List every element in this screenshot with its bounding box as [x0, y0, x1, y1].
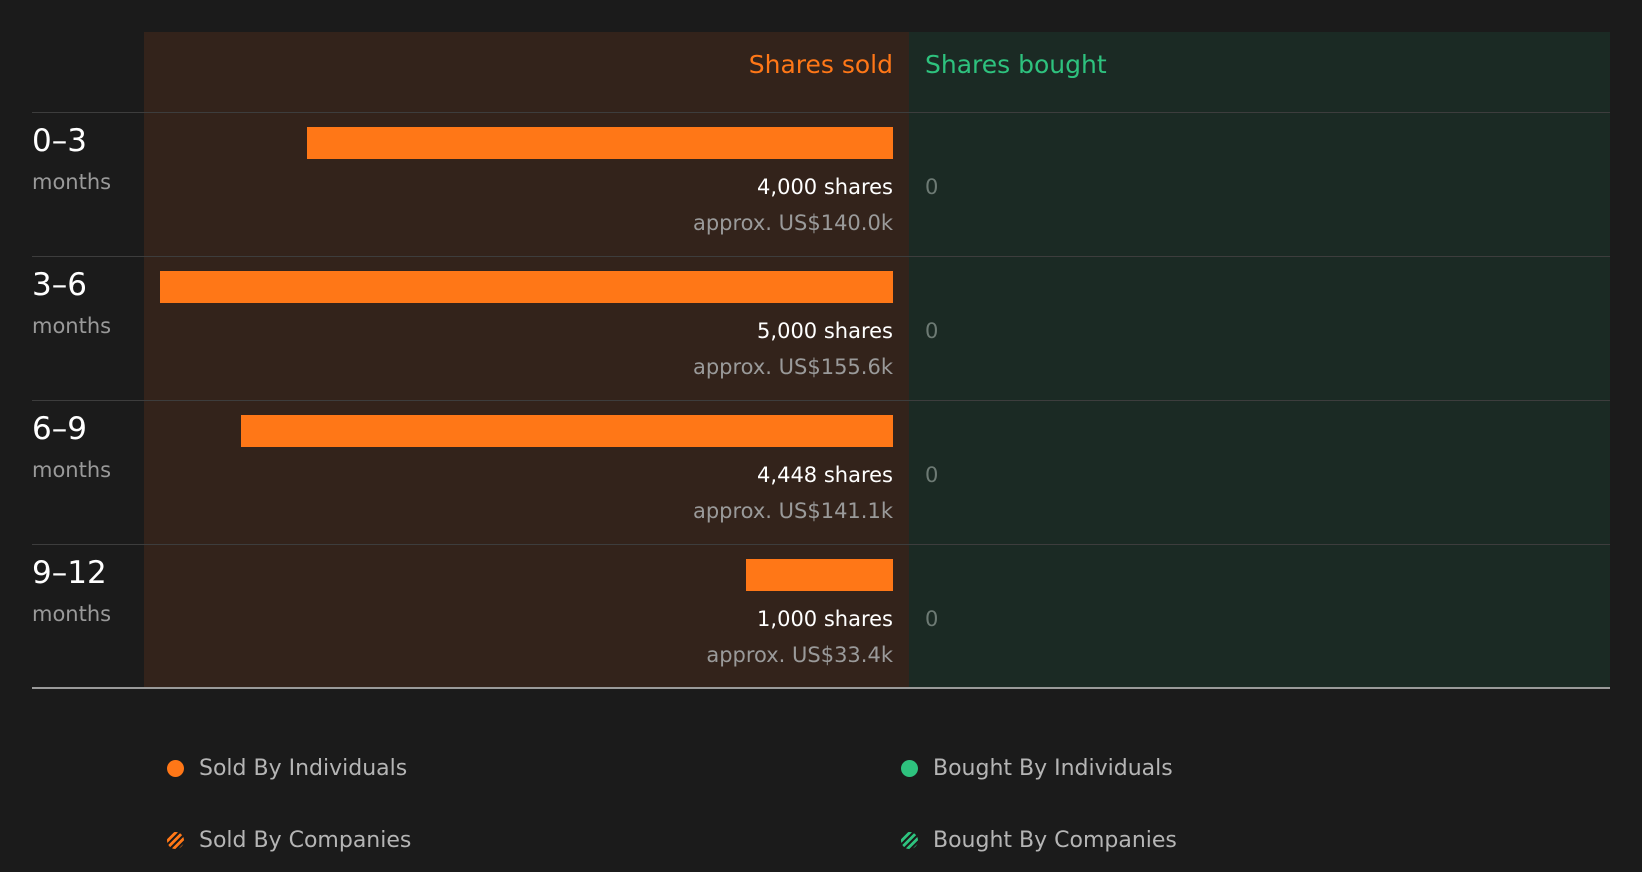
legend-dot-icon [901, 760, 918, 777]
sold-shares-label: 5,000 shares [757, 319, 893, 343]
legend-label: Sold By Individuals [199, 756, 408, 781]
sold-bar [746, 559, 893, 591]
bought-shares-label: 0 [925, 607, 939, 631]
sold-value-label: approx. US$140.0k [692, 211, 893, 235]
legend-label: Bought By Companies [933, 828, 1177, 853]
bought-shares-label: 0 [925, 319, 939, 343]
period-unit: months [32, 602, 112, 626]
shares-bought-header: Shares bought [925, 50, 1107, 79]
period-range: 6–9 [32, 411, 87, 447]
legend-hatched-icon [167, 832, 184, 849]
period-unit: months [32, 314, 112, 338]
shares-sold-header: Shares sold [748, 50, 893, 79]
period-range: 9–12 [32, 555, 107, 591]
legend-item: Bought By Individuals [901, 756, 1173, 781]
legend-hatched-icon [901, 832, 918, 849]
legend-item: Bought By Companies [901, 828, 1177, 853]
sold-bar [307, 127, 893, 159]
bought-shares-label: 0 [925, 463, 939, 487]
table-row: 3–6 months 5,000 shares approx. US$155.6k 0 [0, 256, 1642, 400]
sold-shares-label: 4,000 shares [757, 175, 893, 199]
period-range: 3–6 [32, 267, 87, 303]
chart-legend: Sold By Individuals Bought By Individuals… [0, 700, 1642, 872]
legend-dot-icon [167, 760, 184, 777]
sold-shares-label: 1,000 shares [757, 607, 893, 631]
sold-bar [160, 271, 893, 303]
table-row: 6–9 months 4,448 shares approx. US$141.1k 0 [0, 400, 1642, 544]
table-row: 9–12 months 1,000 shares approx. US$33.4k 0 [0, 544, 1642, 688]
legend-item: Sold By Companies [167, 828, 411, 853]
sold-shares-label: 4,448 shares [757, 463, 893, 487]
period-unit: months [32, 458, 112, 482]
legend-label: Sold By Companies [199, 828, 412, 853]
legend-label: Bought By Individuals [933, 756, 1173, 781]
sold-bar [241, 415, 893, 447]
period-unit: months [32, 170, 112, 194]
sold-value-label: approx. US$33.4k [706, 643, 893, 667]
sold-value-label: approx. US$141.1k [692, 499, 893, 523]
table-row: 0–3 months 4,000 shares approx. US$140.0k 0 [0, 112, 1642, 256]
bought-shares-label: 0 [925, 175, 939, 199]
sold-value-label: approx. US$155.6k [692, 355, 893, 379]
period-range: 0–3 [32, 123, 87, 159]
insider-trading-chart: Shares sold Shares bought 0–3 months 4,000… [0, 0, 1642, 700]
legend-item: Sold By Individuals [167, 756, 407, 781]
